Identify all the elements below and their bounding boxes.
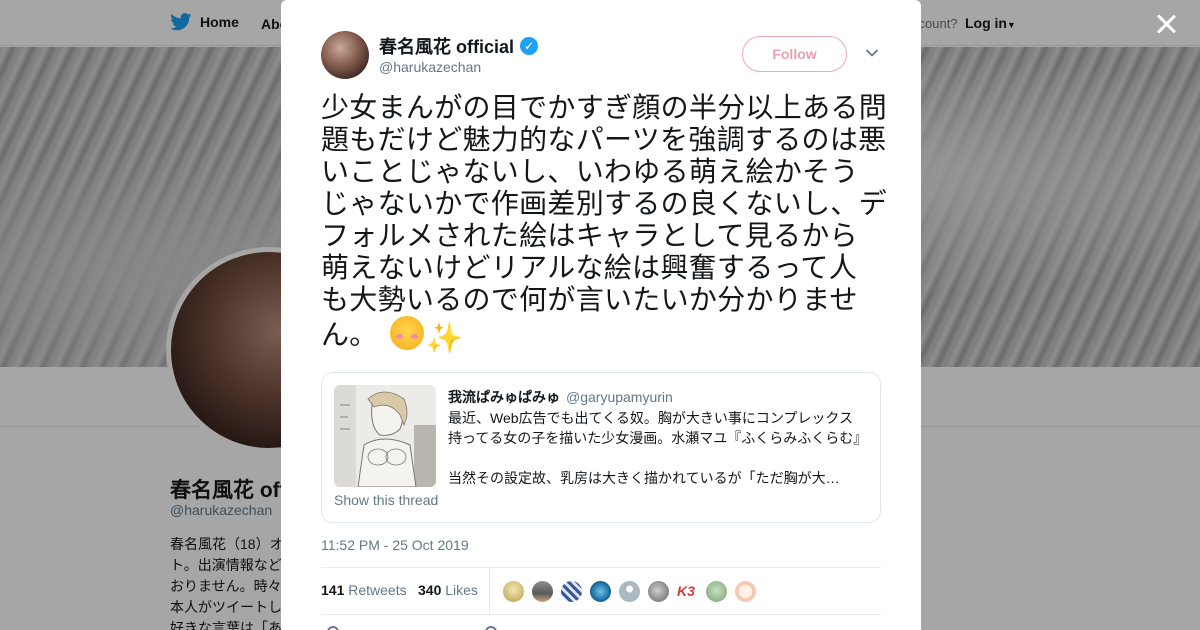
tweet-text-line: も大勢いるので何が言いたいか分かりませ (321, 284, 858, 315)
quoted-author-handle: @garyupamyurin (566, 389, 673, 405)
quoted-text-line: 最近、Web広告でも出てくる奴。胸が大きい事にコンプレックス (448, 410, 853, 426)
liker-avatar[interactable] (618, 580, 641, 603)
author-avatar[interactable] (321, 31, 369, 79)
tweet-text-line: ん。 (321, 319, 378, 350)
tweet-text: 少女まんがの目でかすぎ顔の半分以上ある問 題もだけど魅力的なパーツを強調するのは… (321, 92, 888, 355)
liker-avatar[interactable] (734, 580, 757, 603)
close-icon[interactable] (1153, 11, 1179, 37)
liker-avatar[interactable] (531, 580, 554, 603)
author-handle[interactable]: @harukazechan (379, 59, 481, 75)
smiling-face-icon (389, 316, 424, 350)
tweet-text-line: 萌えないけどリアルな絵は興奮するって人 (321, 252, 858, 283)
liker-avatar[interactable] (502, 580, 525, 603)
liker-avatar[interactable] (589, 580, 612, 603)
likes-stat[interactable]: 340 Likes (418, 582, 478, 598)
quoted-text-line (448, 448, 873, 468)
liker-badge[interactable]: K3 (677, 583, 695, 599)
follow-button[interactable]: Follow (742, 36, 847, 72)
quoted-author-name: 我流ぱみゅぱみゅ (448, 389, 560, 405)
stats-divider (489, 568, 490, 614)
tweet-actions-row (321, 624, 881, 630)
quoted-text-line: 当然その設定故、乳房は大きく描かれているが「ただ胸が大… (448, 470, 840, 486)
tweet-text-line: 題もだけど魅力的なパーツを強調するのは悪 (321, 124, 887, 155)
tweet-text-line: じゃないかで作画差別するの良くないし、デ (321, 188, 888, 219)
quoted-tweet-image[interactable] (334, 385, 436, 487)
tweet-text-last-line: ん。 ✨ (321, 316, 886, 355)
retweet-icon[interactable] (485, 626, 497, 630)
quoted-tweet-card[interactable]: 我流ぱみゅぱみゅ @garyupamyurin 最近、Web広告でも出てくる奴。… (321, 372, 881, 523)
author-name: 春名風花 official (379, 37, 515, 57)
quoted-tweet-header: 我流ぱみゅぱみゅ @garyupamyurin (448, 387, 673, 407)
show-thread-link[interactable]: Show this thread (334, 492, 438, 508)
retweets-count: 141 (321, 582, 345, 598)
tweet-text-line: いことじゃないし、いわゆる萌え絵かそう (321, 156, 859, 187)
retweets-label: Retweets (348, 582, 407, 598)
likes-label: Likes (445, 582, 478, 598)
tweet-stats: 141 Retweets 340 Likes K3 (321, 567, 881, 615)
likes-count: 340 (418, 582, 442, 598)
liker-avatar[interactable] (647, 580, 670, 603)
liker-avatar[interactable] (560, 580, 583, 603)
retweets-stat[interactable]: 141 Retweets (321, 582, 407, 598)
reply-icon[interactable] (327, 626, 339, 630)
verified-badge-icon: ✓ (520, 37, 539, 55)
liker-avatar[interactable] (705, 580, 728, 603)
quoted-text-line: 持ってる女の子を描いた少女漫画。水瀬マユ『ふくらみふくらむ』 (448, 430, 868, 446)
quoted-tweet-text: 最近、Web広告でも出てくる奴。胸が大きい事にコンプレックス 持ってる女の子を描… (448, 408, 873, 488)
tweet-text-line: フォルメされた絵はキャラとして見るから (321, 220, 858, 251)
sparkles-icon: ✨ (425, 322, 464, 355)
tweet-modal: 春名風花 official ✓ @harukazechan Follow 少女ま… (281, 0, 921, 630)
author-name-row[interactable]: 春名風花 official ✓ (379, 33, 539, 59)
tweet-text-line: 少女まんがの目でかすぎ顔の半分以上ある問 (321, 92, 888, 123)
chevron-down-icon[interactable] (865, 46, 879, 60)
tweet-timestamp[interactable]: 11:52 PM - 25 Oct 2019 (321, 537, 469, 553)
